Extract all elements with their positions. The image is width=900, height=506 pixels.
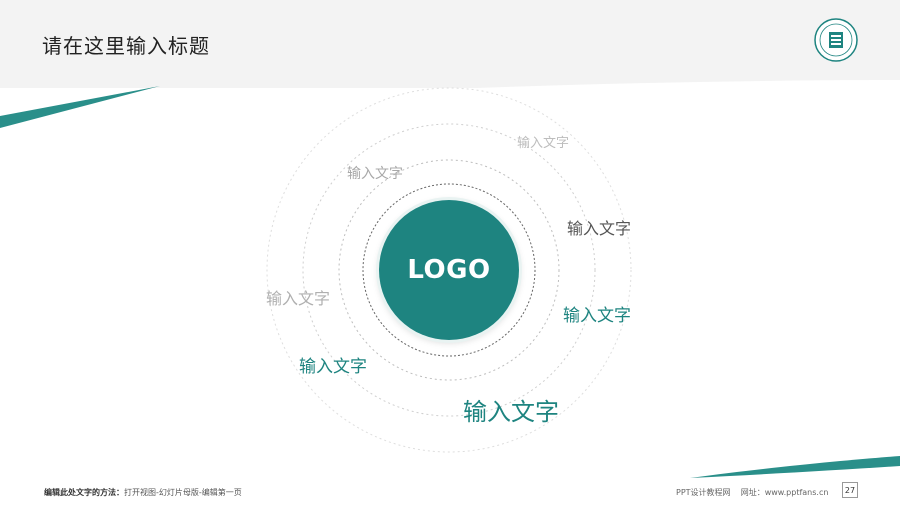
footer-hint-rest: 打开视图-幻灯片母版-编辑第一页 [124, 488, 242, 497]
orbit-label-3: 输入文字 [567, 219, 632, 238]
footer-site: PPT设计教程网 网址：www.pptfans.cn [676, 487, 828, 498]
footer-hint: 编辑此处文字的方法：打开视图-幻灯片母版-编辑第一页 [44, 487, 242, 498]
footer-site-prefix: PPT设计教程网 网址： [676, 488, 765, 497]
footer-hint-bold: 编辑此处文字的方法： [44, 488, 124, 497]
logo-text: LOGO [407, 255, 491, 285]
orbit-label-7: 输入文字 [463, 398, 559, 426]
orbit-label-6: 输入文字 [299, 357, 367, 377]
logo-circle: LOGO [379, 200, 519, 340]
orbit-label-2: 输入文字 [347, 166, 403, 182]
footer-site-url[interactable]: www.pptfans.cn [765, 488, 829, 497]
orbit-label-4: 输入文字 [266, 289, 331, 308]
page-number: 27 [842, 482, 858, 498]
orbit-label-1: 输入文字 [517, 136, 570, 151]
orbit-label-5: 输入文字 [563, 306, 631, 326]
